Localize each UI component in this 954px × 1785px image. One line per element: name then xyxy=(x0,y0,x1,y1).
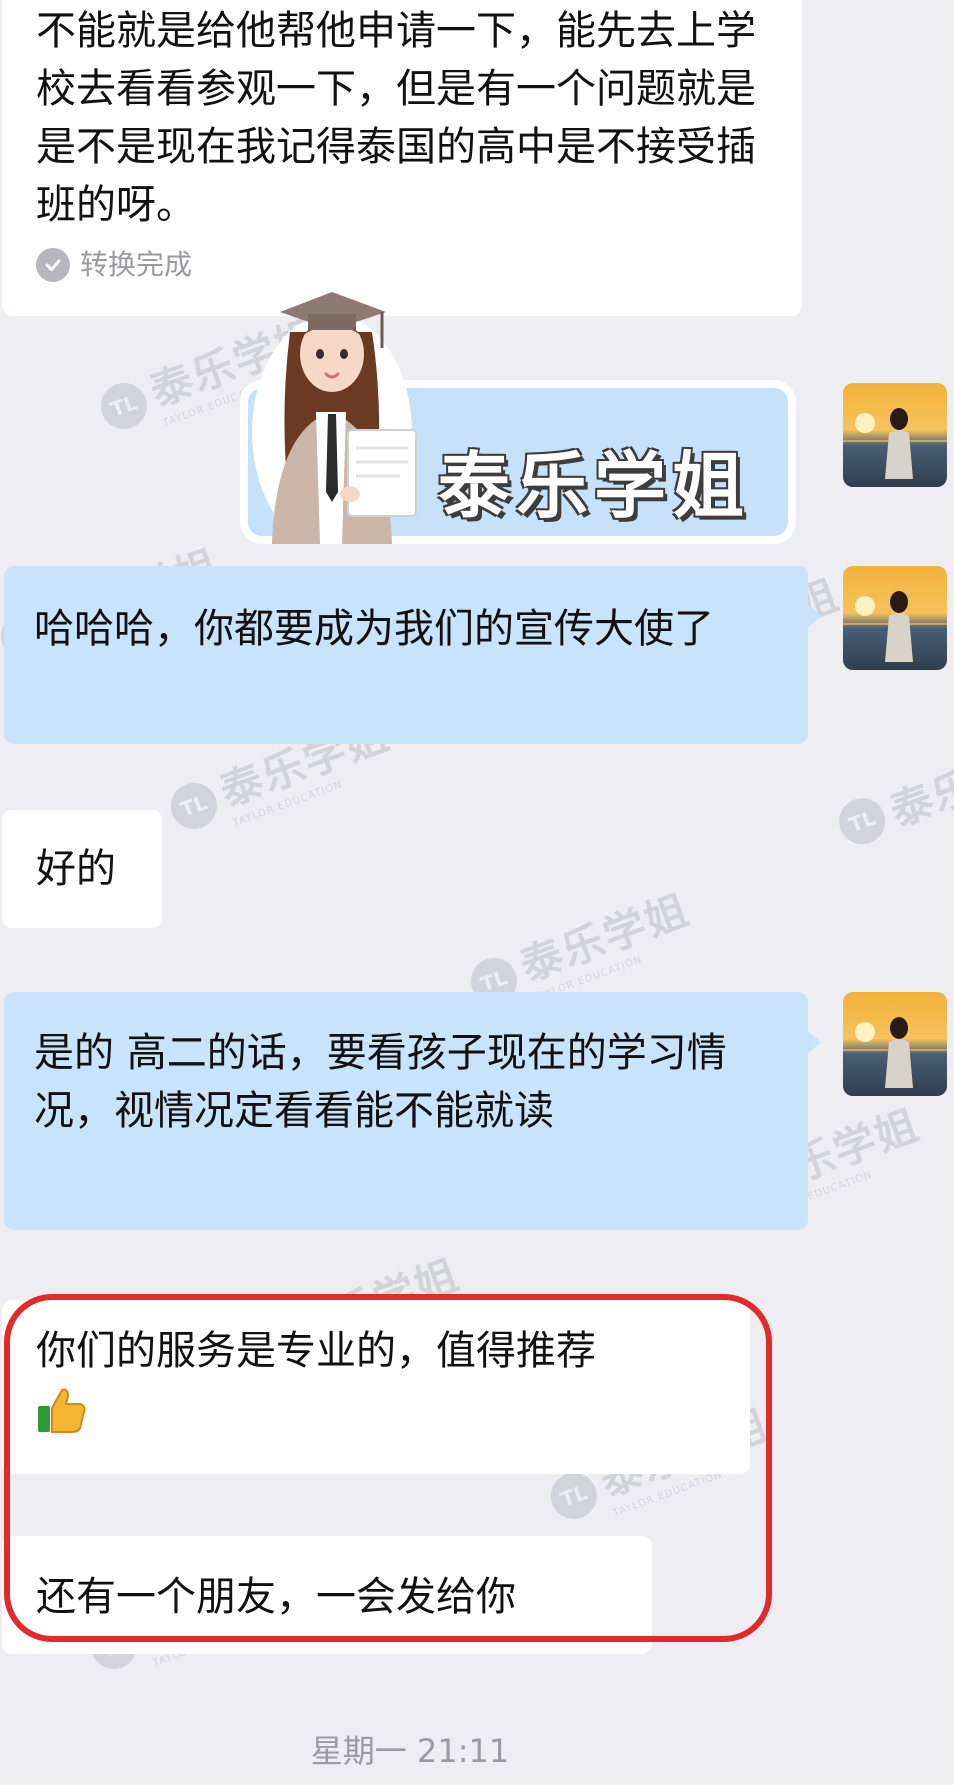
message-text: 哈哈哈，你都要成为我们的宣传大使了 xyxy=(34,606,714,652)
message-text: 好的 xyxy=(36,846,116,892)
avatar[interactable] xyxy=(843,566,947,670)
watermark-logo: TL 泰乐学姐 xyxy=(830,721,954,857)
sticker-message[interactable]: 泰乐学姐 xyxy=(230,262,798,550)
check-icon xyxy=(36,248,70,282)
message-timestamp: 星期一 21:11 xyxy=(310,1732,510,1770)
message-bubble-outgoing[interactable]: 哈哈哈，你都要成为我们的宣传大使了 xyxy=(4,566,821,744)
graduate-girl-illustration xyxy=(250,262,450,550)
sticker-text: 泰乐学姐 xyxy=(438,444,751,528)
bubble-tail xyxy=(807,1030,821,1054)
bubble-tail xyxy=(807,604,821,628)
message-bubble-incoming[interactable]: 好的 xyxy=(2,810,162,928)
highlight-outline xyxy=(4,1294,772,1642)
message-text: 不能就是给他帮他申请一下，能先去上学校去看看参观一下，但是有一个问题就是是不是现… xyxy=(36,8,756,228)
voice-convert-label: 转换完成 xyxy=(80,248,193,281)
avatar[interactable] xyxy=(843,383,947,487)
message-bubble-outgoing[interactable]: 是的 高二的话，要看孩子现在的学习情况，视情况定看看能不能就读 xyxy=(4,992,821,1230)
avatar[interactable] xyxy=(843,992,947,1096)
message-text: 是的 高二的话，要看孩子现在的学习情况，视情况定看看能不能就读 xyxy=(34,1030,727,1134)
